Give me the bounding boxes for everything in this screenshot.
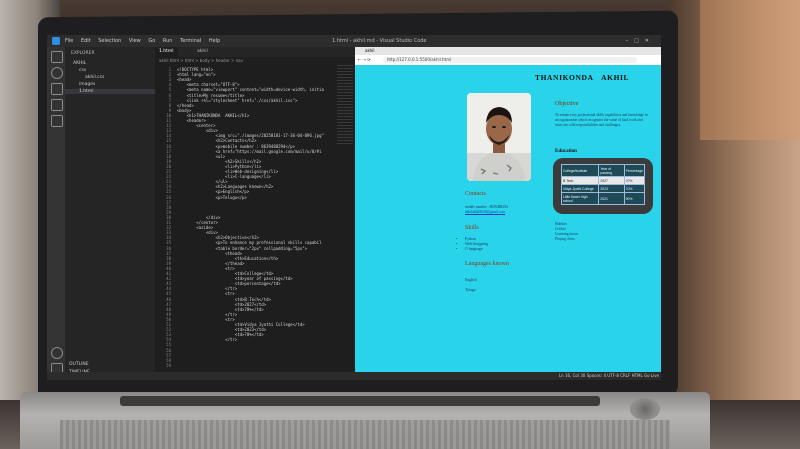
objective-heading: Objective bbox=[555, 101, 579, 107]
speaker-grille bbox=[630, 398, 660, 420]
menu-help[interactable]: Help bbox=[209, 38, 220, 44]
laptop-hinge bbox=[120, 396, 600, 406]
education-heading: Education bbox=[555, 149, 577, 154]
extensions-icon[interactable] bbox=[51, 115, 63, 127]
run-debug-icon[interactable] bbox=[51, 99, 63, 111]
table-cell: 2027 bbox=[598, 176, 625, 185]
address-bar[interactable]: http://127.0.0.1:5500/akhil.html bbox=[383, 57, 637, 63]
explorer-header: EXPLORER bbox=[71, 51, 95, 56]
table-row: Vidya Jyothi College 2023 70% bbox=[560, 184, 646, 193]
file-akhil-css[interactable]: akhil.css bbox=[85, 75, 104, 80]
vscode-logo-icon bbox=[52, 37, 60, 45]
education-table: College/Institute Year of passing Percen… bbox=[560, 164, 646, 205]
list-item: C-language bbox=[465, 247, 488, 252]
menu-selection[interactable]: Selection bbox=[98, 38, 121, 44]
code-editor[interactable]: 1 <!DOCTYPE html> 2 <html lang="en"> 3 <head>… bbox=[155, 65, 355, 370]
outline-section[interactable]: OUTLINE bbox=[69, 362, 89, 367]
tab-akhil[interactable]: akhil bbox=[193, 47, 212, 57]
code-line[interactable]: <p>Telugu</p> bbox=[177, 195, 247, 200]
file-1-html[interactable]: 1.html bbox=[65, 89, 155, 94]
close-icon[interactable]: ✕ bbox=[645, 38, 655, 44]
explorer-sidebar: EXPLORER AKHIL css akhil.css images 1.ht… bbox=[65, 47, 155, 380]
folder-images[interactable]: images bbox=[79, 82, 95, 87]
menu-run[interactable]: Run bbox=[163, 38, 173, 44]
menu-go[interactable]: Go bbox=[148, 38, 155, 44]
menu-bar: File Edit Selection View Go Run Terminal… bbox=[65, 35, 226, 47]
maximize-icon[interactable]: □ bbox=[634, 38, 645, 44]
skills-heading: Skills bbox=[465, 225, 479, 231]
window-controls: –□✕ bbox=[626, 35, 655, 47]
source-control-icon[interactable] bbox=[51, 83, 63, 95]
languages-heading: Languages known bbox=[465, 261, 509, 267]
list-item: Telugu bbox=[465, 288, 476, 292]
explorer-icon[interactable] bbox=[51, 51, 63, 63]
table-cell: 2023 bbox=[598, 184, 625, 193]
table-cell: B.Tech bbox=[560, 176, 600, 185]
editor-tabs: 1.html akhil bbox=[155, 47, 355, 57]
line-number: 59 bbox=[166, 362, 171, 368]
window-title: 1.html - akhil.md - Visual Studio Code bbox=[332, 38, 427, 44]
folder-css[interactable]: css bbox=[79, 68, 86, 73]
table-cell: Percentage bbox=[623, 164, 646, 177]
back-icon[interactable]: ← bbox=[355, 57, 361, 62]
minimap[interactable] bbox=[337, 65, 353, 145]
tab-1-html[interactable]: 1.html bbox=[155, 47, 178, 57]
activity-bar bbox=[47, 47, 65, 380]
account-icon[interactable] bbox=[51, 347, 63, 359]
menu-view[interactable]: View bbox=[129, 38, 141, 44]
menu-terminal[interactable]: Terminal bbox=[180, 38, 201, 44]
browser-tab-strip: akhil bbox=[355, 47, 661, 55]
search-icon[interactable] bbox=[51, 67, 63, 79]
table-cell: 2021 bbox=[598, 192, 625, 205]
table-row: Little flower high school 2021 90% bbox=[560, 192, 646, 205]
table-cell: Vidya Jyothi College bbox=[560, 184, 600, 193]
list-item: English bbox=[465, 278, 477, 282]
background-door bbox=[700, 0, 800, 140]
browser-tab[interactable]: akhil bbox=[355, 48, 375, 53]
menu-file[interactable]: File bbox=[65, 38, 73, 44]
contacts-heading: Contacts bbox=[465, 191, 486, 197]
table-cell: 90% bbox=[623, 192, 646, 205]
table-cell: Little flower high school bbox=[560, 192, 600, 205]
profile-photo-image bbox=[467, 93, 531, 181]
code-line[interactable]: <link rel="stylesheet" href="./css/akhil… bbox=[177, 98, 298, 103]
status-bar: Ln 16, Col 30 Spaces: 4 UTF-8 CRLF HTML … bbox=[47, 372, 661, 380]
laptop-screen: File Edit Selection View Go Run Terminal… bbox=[47, 35, 661, 380]
education-card: College/Institute Year of passing Percen… bbox=[553, 158, 653, 214]
vscode-titlebar: File Edit Selection View Go Run Terminal… bbox=[47, 35, 661, 47]
status-info: Ln 16, Col 30 Spaces: 4 UTF-8 CRLF HTML … bbox=[558, 373, 659, 378]
contact-email-link[interactable]: akhilakhil8639@gmail.com bbox=[465, 210, 508, 215]
menu-edit[interactable]: Edit bbox=[81, 38, 91, 44]
languages-list: English Telugu bbox=[465, 275, 477, 295]
folder-akhil[interactable]: AKHIL bbox=[73, 61, 86, 66]
profile-photo bbox=[467, 93, 531, 181]
table-row: B.Tech 2027 70% bbox=[560, 176, 646, 185]
breadcrumb[interactable]: akhil.html > html > body > header > nav bbox=[155, 57, 359, 65]
list-item: Playing chess bbox=[555, 237, 575, 241]
skills-list: Python Web-designing C-language bbox=[455, 237, 488, 252]
table-row: College/Institute Year of passing Percen… bbox=[560, 164, 646, 177]
reload-icon[interactable]: ⟳ bbox=[367, 57, 370, 62]
resume-page: THANIKONDA AKHIL Objective To enhance my… bbox=[355, 65, 661, 372]
objective-text: To enhance my professional skills capabi… bbox=[555, 113, 648, 127]
resume-name: THANIKONDA AKHIL bbox=[535, 73, 630, 82]
forward-icon[interactable]: → bbox=[363, 57, 366, 62]
laptop-keyboard bbox=[60, 420, 670, 449]
table-cell: Year of passing bbox=[598, 164, 625, 177]
table-cell: College/Institute bbox=[560, 164, 600, 177]
browser-window: akhil ← → ⟳ http://127.0.0.1:5500/akhil.… bbox=[355, 47, 661, 372]
minimize-icon[interactable]: – bbox=[626, 38, 635, 44]
browser-navbar: ← → ⟳ http://127.0.0.1:5500/akhil.html bbox=[355, 55, 661, 65]
hobbies-block: Hobbies Cricket Listening music Playing … bbox=[555, 222, 578, 242]
table-cell: 70% bbox=[623, 176, 646, 185]
contacts-block: mobile number : 8639488294 akhilakhil863… bbox=[465, 205, 508, 215]
table-cell: 70% bbox=[623, 184, 646, 193]
code-line[interactable]: </tr> bbox=[177, 337, 237, 342]
